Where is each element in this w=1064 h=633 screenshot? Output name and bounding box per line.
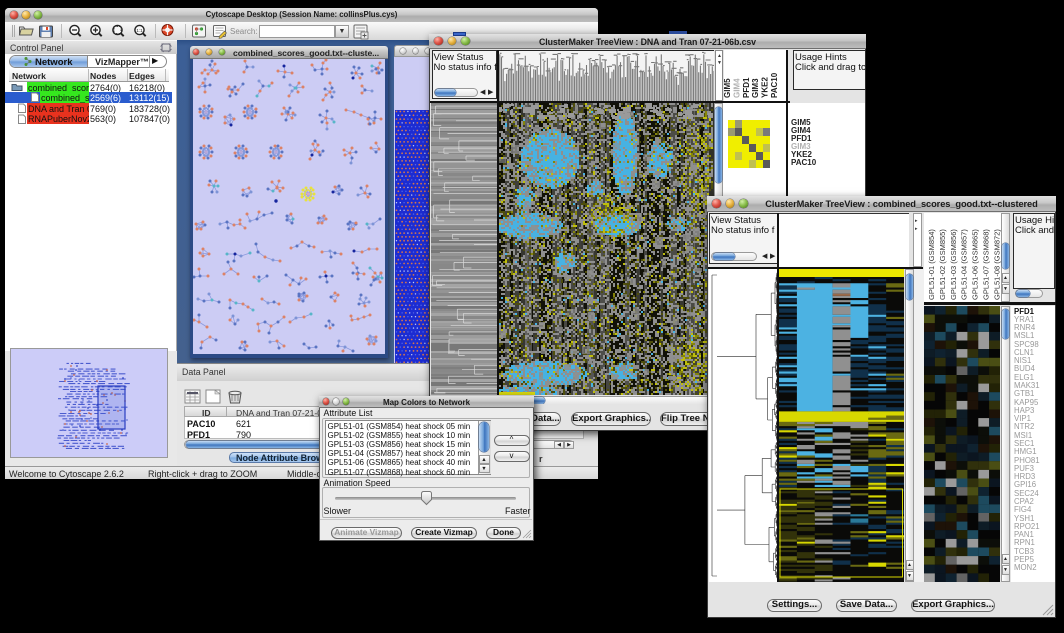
svg-text:GPL51-01 (GSM854): GPL51-01 (GSM854) — [927, 229, 936, 300]
svg-text:PAC10: PAC10 — [770, 72, 779, 98]
svg-text:GPL51-04 (GSM857): GPL51-04 (GSM857) — [960, 229, 969, 300]
svg-text:GIM5: GIM5 — [724, 78, 732, 98]
svg-text:GIM3: GIM3 — [751, 78, 760, 98]
svg-text:GPL51-03 (GSM856): GPL51-03 (GSM856) — [949, 229, 958, 300]
svg-text:PFD1: PFD1 — [742, 77, 751, 98]
svg-text:YKE2: YKE2 — [761, 77, 770, 98]
svg-text:GIM4: GIM4 — [732, 78, 741, 98]
svg-text:GPL51-06 (GSM865): GPL51-06 (GSM865) — [971, 229, 980, 300]
svg-text:GPL51-07 (GSM868): GPL51-07 (GSM868) — [982, 229, 991, 300]
svg-text:GPL51-02 (GSM855): GPL51-02 (GSM855) — [938, 229, 947, 300]
svg-text:1:1: 1:1 — [136, 28, 143, 33]
